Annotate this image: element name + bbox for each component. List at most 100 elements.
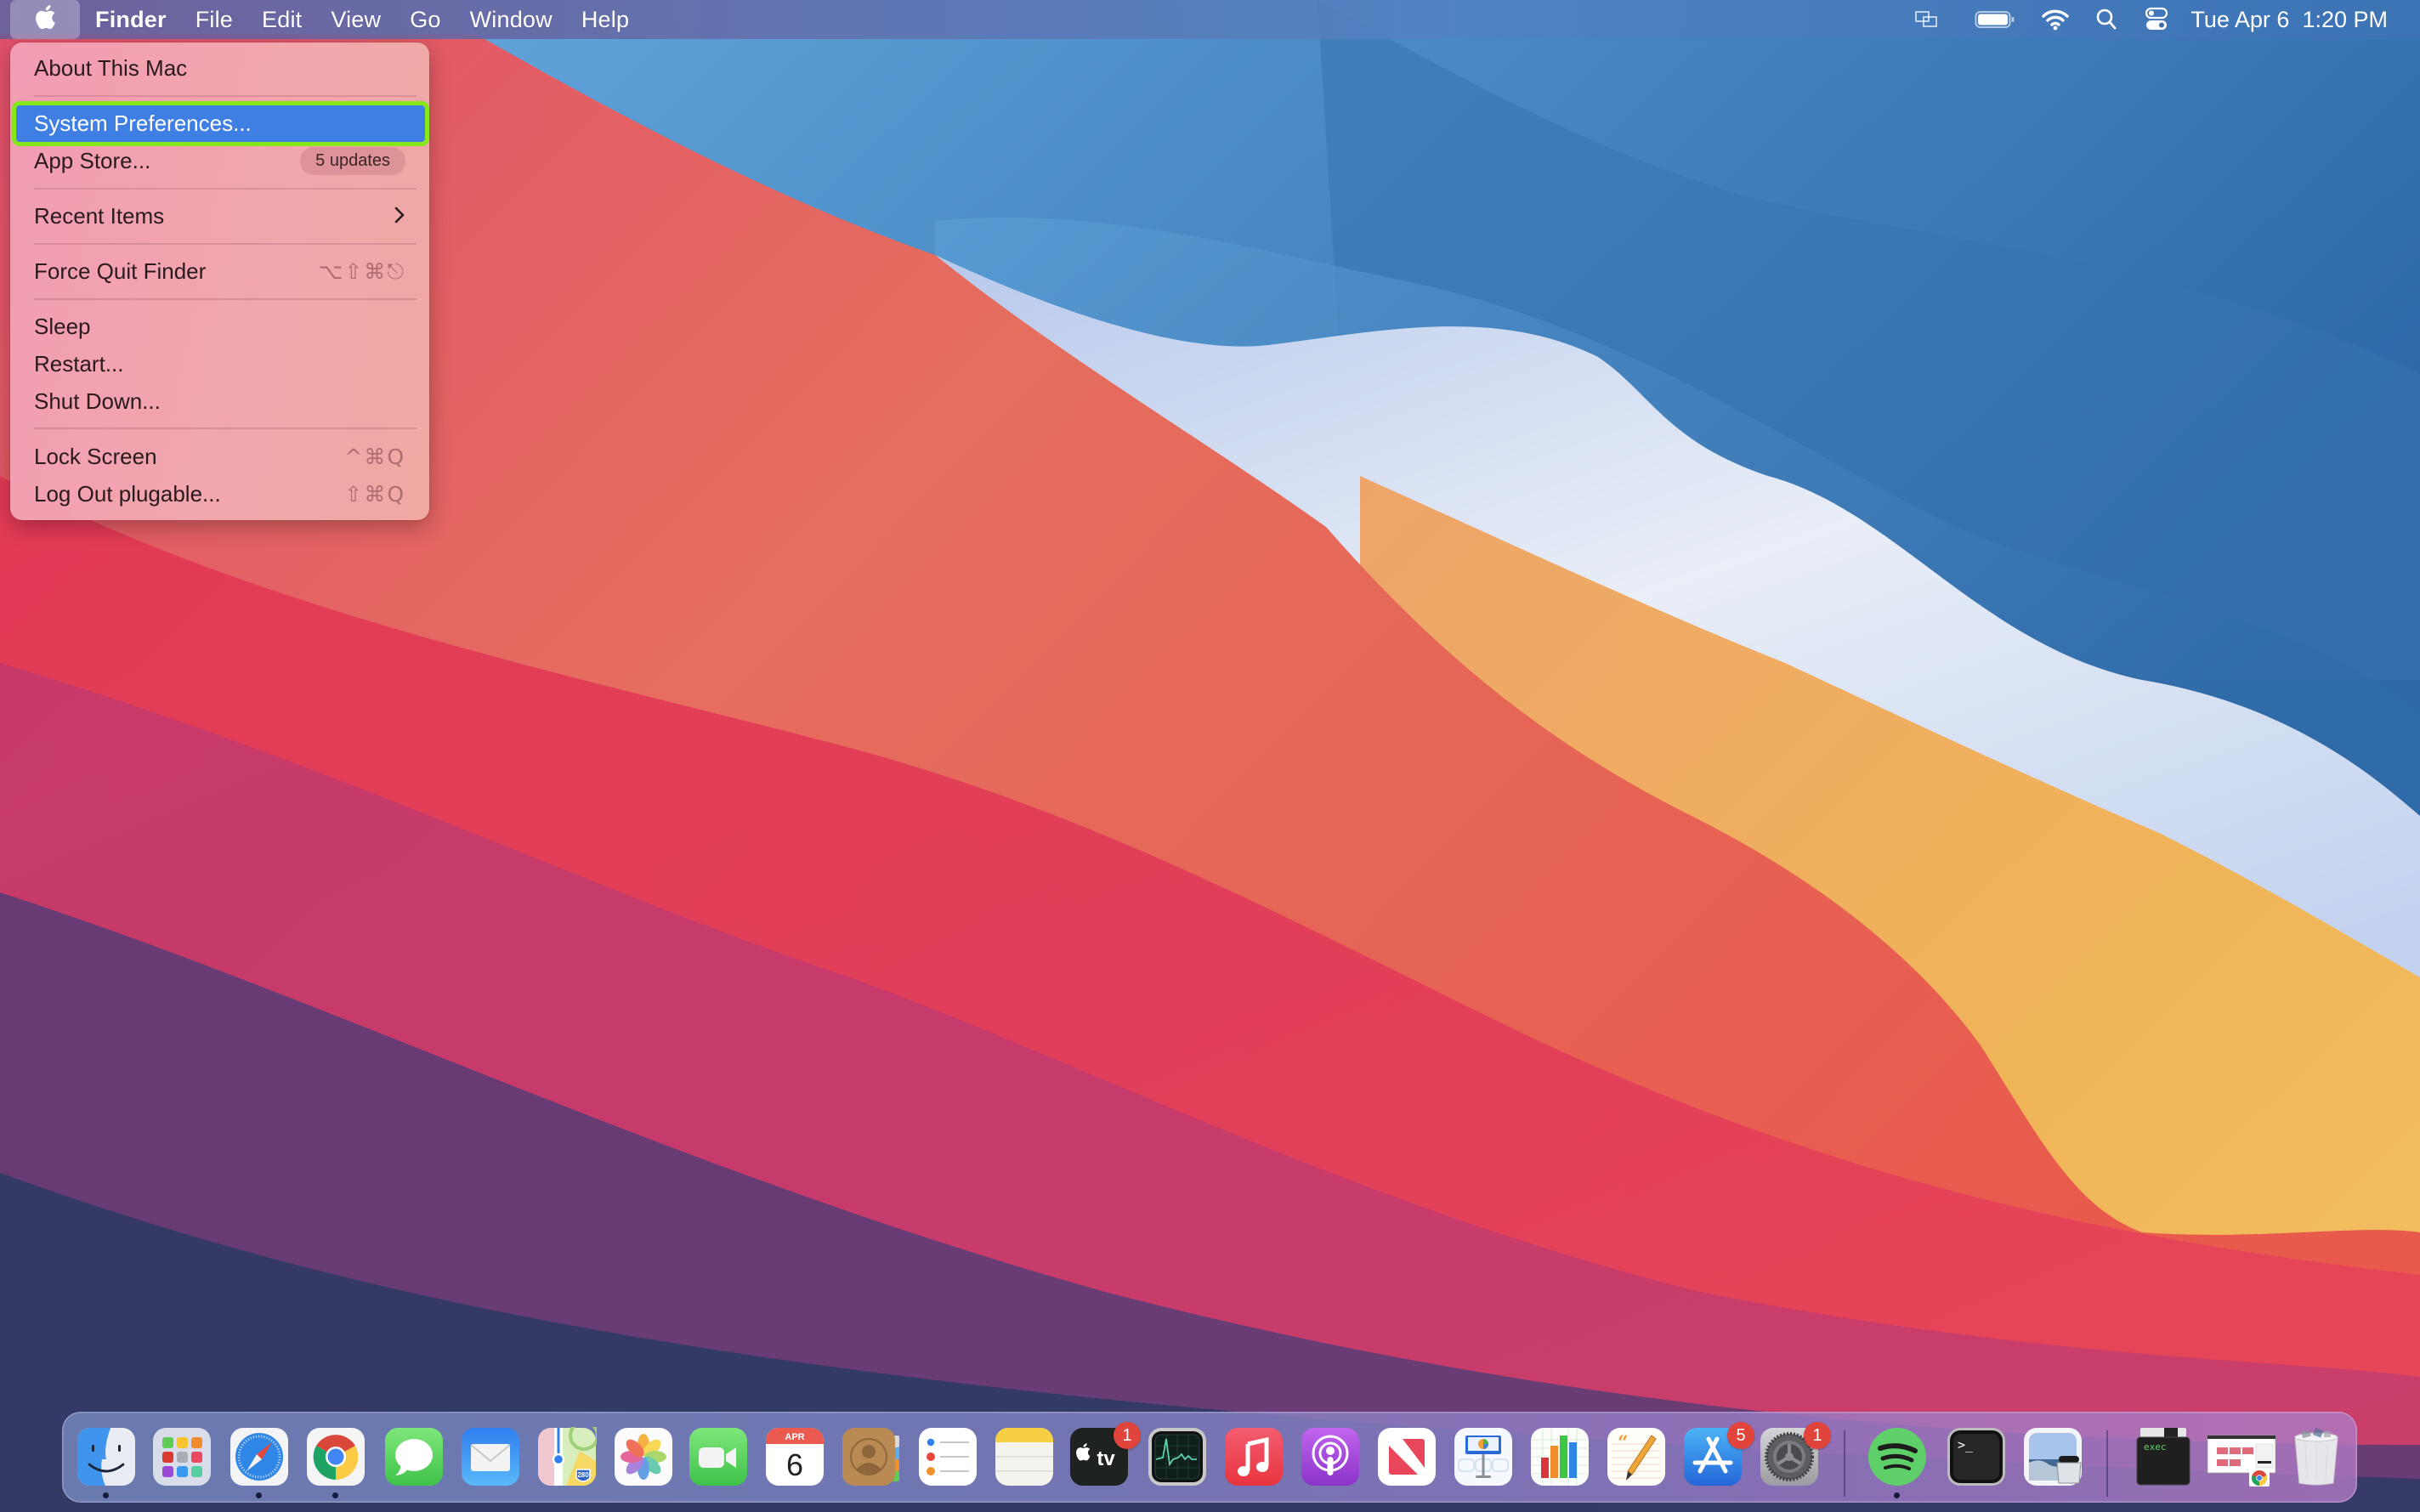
dock-app-exec[interactable]: exec [2134, 1427, 2193, 1487]
menu-item-label: About This Mac [34, 55, 188, 81]
terminal-prompt: >_ [1958, 1437, 1974, 1453]
notification-badge: 1 [1804, 1422, 1831, 1449]
menu-item-label: Lock Screen [34, 444, 157, 469]
notes-icon [995, 1428, 1053, 1486]
maps-icon: 280 [538, 1427, 597, 1486]
dock-app-tv[interactable]: tv 1 [1069, 1422, 1141, 1487]
menu-item-label: Sleep [34, 314, 91, 339]
control-center-icon[interactable] [2143, 0, 2170, 39]
menu-window[interactable]: Window [470, 7, 553, 33]
menu-item-app-store[interactable]: App Store... 5 updates [10, 143, 429, 179]
dock-app-trash[interactable] [2287, 1427, 2346, 1487]
menu-item-label: System Preferences... [34, 110, 252, 136]
running-indicator [103, 1492, 109, 1498]
menu-item-log-out[interactable]: Log Out plugable... ⇧⌘Q [10, 476, 429, 512]
dock-app-keynote[interactable] [1454, 1427, 1513, 1487]
menu-item-shut-down[interactable]: Shut Down... [10, 383, 429, 420]
menu-edit[interactable]: Edit [262, 7, 302, 33]
wifi-icon[interactable] [2039, 0, 2071, 39]
calendar-icon: APR 6 [766, 1428, 824, 1486]
screen-mirroring-icon[interactable] [1912, 0, 1942, 39]
menu-bar: Finder File Edit View Go Window Help Tue… [0, 0, 2420, 39]
dock-app-activity-monitor[interactable] [1148, 1427, 1207, 1487]
dock-app-contacts[interactable] [842, 1427, 901, 1487]
exec-label: exec [2144, 1441, 2167, 1453]
menu-go[interactable]: Go [410, 7, 440, 33]
spotlight-search-icon[interactable] [2094, 0, 2119, 39]
dock-app-photos[interactable] [614, 1427, 673, 1487]
terminal-icon: >_ [1947, 1428, 2005, 1486]
dock-app-chrome-screenshot[interactable] [2207, 1427, 2276, 1487]
updates-badge: 5 updates [300, 147, 405, 175]
activity-monitor-icon [1148, 1428, 1206, 1486]
menu-item-restart[interactable]: Restart... [10, 346, 429, 382]
menu-separator [34, 428, 417, 429]
menu-separator [34, 243, 417, 245]
menu-item-recent-items[interactable]: Recent Items [10, 198, 429, 235]
menu-file[interactable]: File [196, 7, 233, 33]
dock: 280 APR 6 tv 1 “ 5 1 >_ exec [62, 1412, 2357, 1503]
dock-app-podcasts[interactable] [1301, 1427, 1360, 1487]
finder-icon [77, 1428, 135, 1486]
dock-separator [2106, 1430, 2108, 1497]
menu-finder[interactable]: Finder [95, 7, 167, 33]
menu-view[interactable]: View [331, 7, 381, 33]
chrome-icon [307, 1428, 365, 1486]
calendar-day: 6 [786, 1447, 803, 1482]
spotify-icon [1868, 1428, 1926, 1486]
dock-app-safari[interactable] [230, 1427, 289, 1487]
dock-app-pages[interactable]: “ [1607, 1427, 1666, 1487]
running-indicator [256, 1492, 262, 1498]
chevron-right-icon [394, 202, 405, 231]
dock-app-system-preferences[interactable]: 1 [1760, 1422, 1831, 1487]
dock-app-finder[interactable] [77, 1427, 136, 1487]
menu-item-sleep[interactable]: Sleep [10, 309, 429, 345]
dock-app-mail[interactable] [461, 1427, 520, 1487]
dock-app-messages[interactable] [384, 1427, 444, 1487]
dock-app-spotify[interactable] [1867, 1427, 1927, 1487]
dock-app-reminders[interactable] [918, 1427, 978, 1487]
calendar-month: APR [785, 1432, 804, 1442]
apple-menu-button[interactable] [10, 0, 80, 39]
dock-app-terminal[interactable]: >_ [1947, 1427, 2006, 1487]
menu-item-lock-screen[interactable]: Lock Screen ^⌘Q [10, 439, 429, 475]
running-indicator [1894, 1492, 1900, 1498]
facetime-icon [689, 1428, 747, 1486]
safari-icon [230, 1428, 288, 1486]
dock-app-calendar[interactable]: APR 6 [765, 1427, 825, 1487]
dock-app-news[interactable] [1377, 1427, 1437, 1487]
menu-item-about-this-mac[interactable]: About This Mac [10, 50, 429, 87]
music-icon [1225, 1428, 1283, 1486]
dock-app-numbers[interactable] [1530, 1427, 1590, 1487]
dock-app-maps[interactable]: 280 [537, 1427, 597, 1487]
tv-label: tv [1097, 1447, 1115, 1470]
notification-badge: 5 [1727, 1422, 1754, 1449]
reminders-icon [919, 1428, 977, 1486]
svg-text:“: “ [1618, 1432, 1629, 1454]
mail-icon [462, 1428, 519, 1486]
dock-app-preview[interactable] [2023, 1427, 2083, 1487]
dock-app-app-store[interactable]: 5 [1683, 1422, 1754, 1487]
dock-app-launchpad[interactable] [152, 1427, 212, 1487]
keyboard-shortcut: ^⌘Q [344, 445, 405, 469]
launchpad-icon [153, 1428, 211, 1486]
dock-app-music[interactable] [1224, 1427, 1284, 1487]
pages-icon: “ [1607, 1428, 1665, 1486]
preview-icon [2024, 1428, 2082, 1486]
dock-app-google-chrome[interactable] [306, 1427, 366, 1487]
exec-file-icon: exec [2136, 1428, 2190, 1486]
photos-icon [615, 1428, 672, 1486]
keyboard-shortcut: ⌥⇧⌘⎋ [318, 258, 405, 284]
menu-bar-clock[interactable]: Tue Apr 6 1:20 PM [2190, 7, 2388, 33]
menu-item-force-quit-finder[interactable]: Force Quit Finder ⌥⇧⌘⎋ [10, 253, 429, 290]
dock-app-notes[interactable] [995, 1427, 1054, 1487]
menu-item-system-preferences[interactable]: System Preferences... [12, 101, 429, 146]
menu-separator [34, 95, 417, 97]
dock-separator [1844, 1430, 1845, 1497]
apple-menu-dropdown: About This Mac System Preferences... App… [10, 42, 429, 520]
menu-help[interactable]: Help [581, 7, 629, 33]
menu-separator [34, 298, 417, 300]
menu-item-label: Shut Down... [34, 388, 161, 414]
dock-app-facetime[interactable] [689, 1427, 748, 1487]
battery-icon[interactable] [1973, 0, 2017, 39]
